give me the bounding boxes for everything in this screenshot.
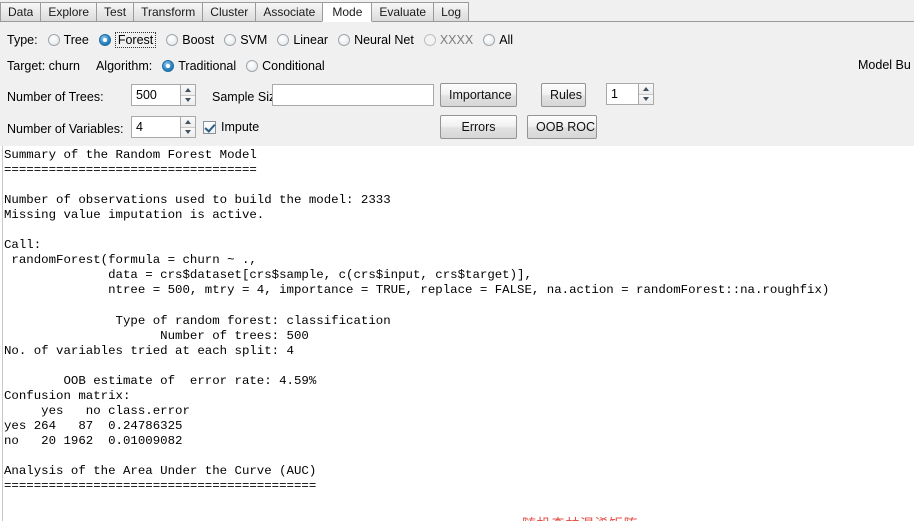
radio-circle-selected-icon — [98, 34, 111, 46]
model-type-row: Type: Tree Forest Boost SVM Linear Neura… — [0, 30, 914, 50]
chevron-up-icon[interactable] — [181, 117, 195, 127]
number-of-trees-spin-buttons[interactable] — [181, 84, 196, 106]
tab-log-label: Log — [441, 5, 462, 19]
trees-row: Number of Trees: Sample Size: Importance… — [0, 82, 914, 112]
number-of-variables-input[interactable] — [131, 116, 181, 138]
tab-model[interactable]: Mode — [322, 2, 373, 22]
radio-algorithm-conditional[interactable]: Conditional — [246, 59, 325, 73]
target-label: Target: churn — [7, 59, 80, 73]
radio-type-boost[interactable]: Boost — [166, 33, 214, 47]
impute-label: Impute — [221, 120, 260, 134]
radio-type-linear-label: Linear — [293, 33, 329, 47]
rule-number-input[interactable] — [606, 83, 639, 105]
tab-cluster[interactable]: Cluster — [202, 2, 257, 22]
radio-type-xxxx[interactable]: XXXX — [423, 33, 474, 47]
radio-type-tree-label: Tree — [63, 33, 89, 47]
tab-model-label: Mode — [332, 5, 363, 19]
chevron-down-icon[interactable] — [639, 93, 653, 104]
radio-type-all[interactable]: All — [483, 33, 513, 47]
radio-circle-icon — [224, 34, 237, 46]
radio-circle-selected-icon — [162, 60, 175, 72]
errors-button[interactable]: Errors — [440, 115, 517, 139]
tab-associate-label: Associate — [263, 5, 316, 19]
chevron-up-icon[interactable] — [639, 84, 653, 94]
radio-type-forest-label: Forest — [114, 32, 157, 48]
tab-transform-label: Transform — [141, 5, 196, 19]
radio-type-xxxx-label: XXXX — [439, 33, 474, 47]
tabbar-filler — [469, 1, 914, 22]
rule-number-spin-buttons[interactable] — [639, 83, 654, 105]
oob-roc-button[interactable]: OOB ROC — [527, 115, 597, 139]
radio-circle-icon — [277, 34, 290, 46]
radio-circle-disabled-icon — [423, 34, 436, 46]
checkbox-checked-icon — [203, 120, 216, 134]
tab-evaluate-label: Evaluate — [379, 5, 427, 19]
target-algorithm-row: Target: churn Algorithm: Traditional Con… — [0, 56, 914, 76]
type-label: Type: — [7, 33, 38, 47]
radio-type-neural-net[interactable]: Neural Net — [338, 33, 414, 47]
impute-checkbox[interactable]: Impute — [203, 120, 259, 134]
confusion-matrix-annotation: 随机森林混淆矩阵 — [522, 514, 638, 521]
radio-type-svm-label: SVM — [240, 33, 268, 47]
tab-test[interactable]: Test — [96, 2, 135, 22]
number-of-variables-spin-buttons[interactable] — [181, 116, 196, 138]
chevron-up-icon[interactable] — [181, 85, 195, 95]
radio-type-boost-label: Boost — [182, 33, 215, 47]
radio-circle-icon — [246, 60, 259, 72]
tab-explore-label: Explore — [48, 5, 90, 19]
tab-test-label: Test — [104, 5, 127, 19]
model-builder-label: Model Bu — [858, 58, 911, 72]
tab-associate[interactable]: Associate — [255, 2, 324, 22]
radio-circle-icon — [166, 34, 179, 46]
tab-data[interactable]: Data — [0, 2, 42, 22]
radio-algorithm-traditional-label: Traditional — [178, 59, 237, 73]
model-output-text: Summary of the Random Forest Model =====… — [4, 148, 830, 494]
variables-row: Number of Variables: Impute Errors OOB R… — [0, 114, 914, 144]
model-output-panel[interactable]: Summary of the Random Forest Model =====… — [0, 146, 914, 521]
sample-size-input[interactable] — [272, 84, 434, 106]
rules-button[interactable]: Rules — [541, 83, 586, 107]
radio-type-neural-net-label: Neural Net — [354, 33, 414, 47]
main-tabbar: Data Explore Test Transform Cluster Asso… — [0, 0, 914, 22]
number-of-variables-stepper[interactable] — [131, 116, 196, 138]
tab-evaluate[interactable]: Evaluate — [371, 2, 435, 22]
tab-log[interactable]: Log — [433, 2, 470, 22]
number-of-trees-stepper[interactable] — [131, 84, 196, 106]
radio-type-forest[interactable]: Forest — [98, 32, 157, 48]
rattle-window: Data Explore Test Transform Cluster Asso… — [0, 0, 914, 521]
importance-button[interactable]: Importance — [440, 83, 517, 107]
tab-explore[interactable]: Explore — [40, 2, 98, 22]
chevron-down-icon[interactable] — [181, 126, 195, 137]
chevron-down-icon[interactable] — [181, 94, 195, 105]
radio-algorithm-conditional-label: Conditional — [262, 59, 325, 73]
number-of-trees-label: Number of Trees: — [7, 90, 104, 104]
tab-transform[interactable]: Transform — [133, 2, 204, 22]
radio-type-all-label: All — [499, 33, 514, 47]
radio-algorithm-traditional[interactable]: Traditional — [162, 59, 236, 73]
number-of-variables-label: Number of Variables: — [7, 122, 124, 136]
radio-type-svm[interactable]: SVM — [224, 33, 267, 47]
tab-data-label: Data — [8, 5, 34, 19]
algorithm-label: Algorithm: — [95, 59, 153, 73]
radio-circle-icon — [47, 34, 60, 46]
radio-circle-icon — [338, 34, 351, 46]
tab-cluster-label: Cluster — [210, 5, 249, 19]
radio-type-linear[interactable]: Linear — [277, 33, 328, 47]
radio-circle-icon — [483, 34, 496, 46]
number-of-trees-input[interactable] — [131, 84, 181, 106]
rule-number-stepper[interactable] — [606, 83, 654, 105]
radio-type-tree[interactable]: Tree — [47, 33, 89, 47]
